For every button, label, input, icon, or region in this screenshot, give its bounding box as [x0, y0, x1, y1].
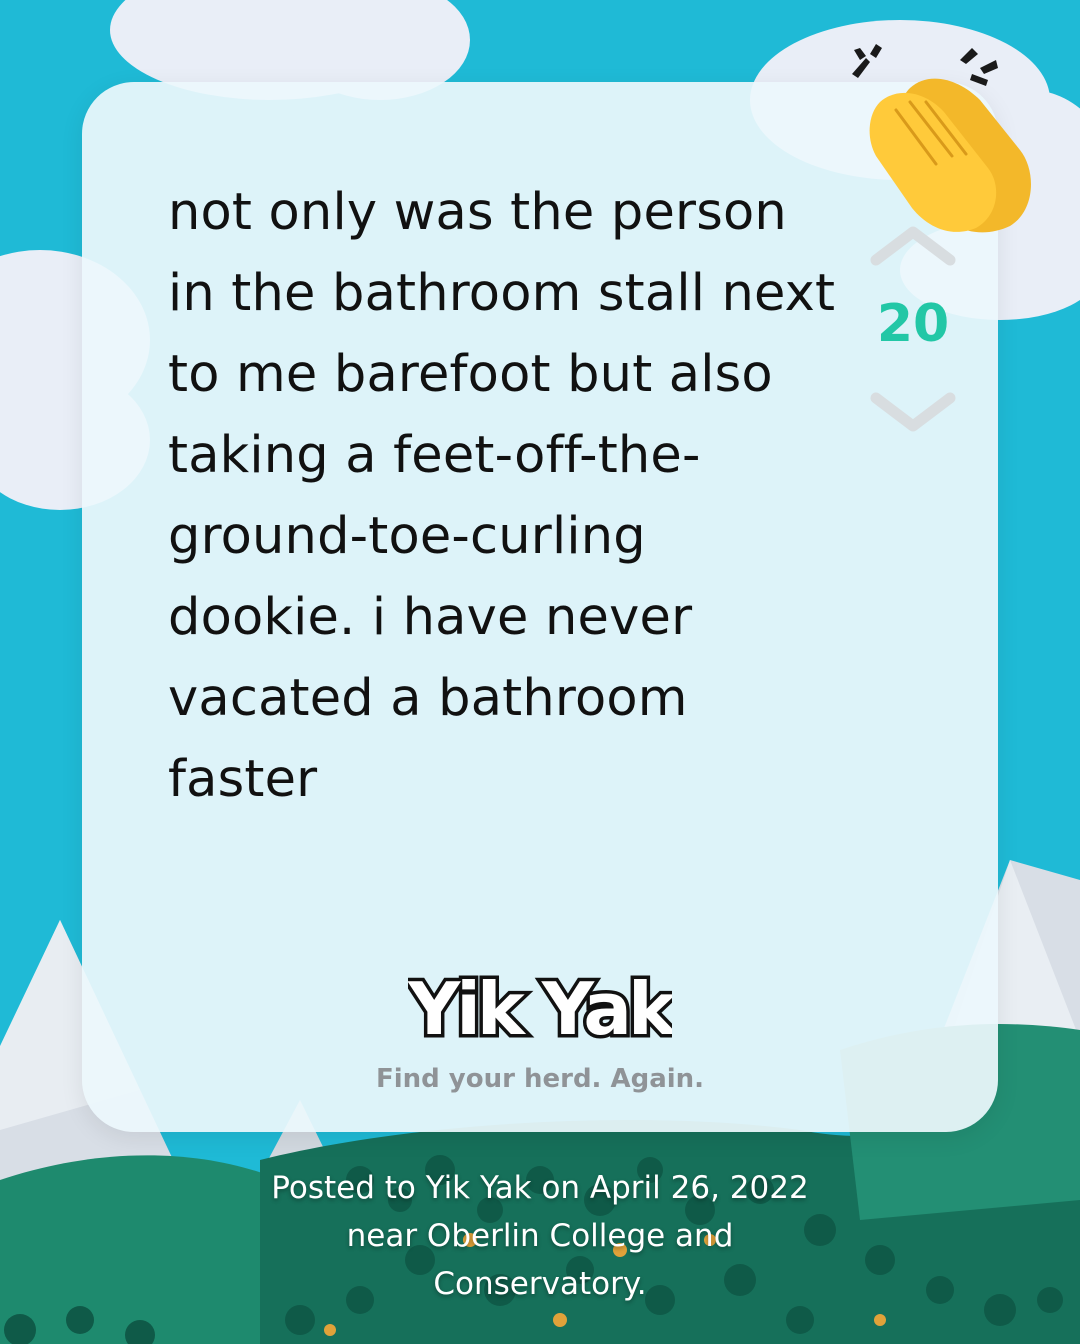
- post-text: not only was the person in the bathroom …: [168, 183, 836, 809]
- chevron-down-icon: [870, 392, 956, 432]
- caption-line-date: Posted to Yik Yak on April 26, 2022: [271, 1170, 809, 1206]
- caption-line-location-cont: Conservatory.: [433, 1266, 647, 1302]
- downvote-button[interactable]: [868, 390, 958, 436]
- vote-count: 20: [876, 294, 950, 354]
- tagline: Find your herd. Again.: [375, 1064, 705, 1094]
- svg-text:Yik Yak: Yik Yak: [408, 967, 672, 1051]
- caption-line-location: near Oberlin College and: [346, 1218, 734, 1254]
- yik-yak-logo: Yik Yak: [404, 954, 686, 1055]
- post-caption: Posted to Yik Yak on April 26, 2022 near…: [240, 1164, 840, 1308]
- clapping-hands-icon: [840, 40, 1050, 240]
